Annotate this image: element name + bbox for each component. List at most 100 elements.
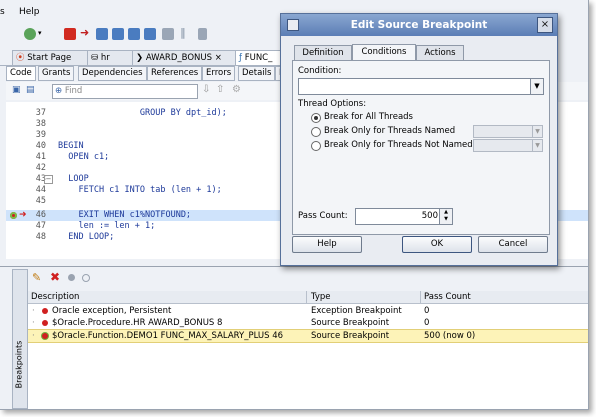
tab-label: Start Page <box>27 53 72 63</box>
column-header-type[interactable]: Type <box>311 292 331 302</box>
breakpoint-icon[interactable] <box>10 212 17 219</box>
enable-icon[interactable] <box>82 274 90 282</box>
line-number: 41 <box>35 152 46 162</box>
table-row-selected[interactable]: · $Oracle.Function.DEMO1 FUNC_MAX_SALARY… <box>28 329 588 343</box>
radio-threads-not-named[interactable] <box>311 141 321 151</box>
line-number: 39 <box>35 130 46 140</box>
step-over-icon[interactable] <box>96 28 108 40</box>
procedure-icon: ❯ <box>136 53 144 63</box>
subtab-code[interactable]: Code <box>6 66 36 81</box>
radio-all-threads-label[interactable]: Break for All Threads <box>324 112 413 122</box>
radio-threads-named[interactable] <box>311 127 321 137</box>
breakpoints-toolbar: ✎ ✖ <box>30 270 110 287</box>
chevron-down-icon[interactable]: ▼ <box>530 79 543 94</box>
radio-all-threads[interactable] <box>311 113 321 123</box>
toolbar: ▾ ➜ ‖ <box>0 24 290 46</box>
tree-branch-icon: · <box>32 306 35 316</box>
column-divider[interactable] <box>420 291 421 303</box>
line-number: 45 <box>35 196 46 206</box>
chevron-down-icon[interactable]: ▾ <box>38 29 44 41</box>
column-header-pass-count[interactable]: Pass Count <box>424 292 471 302</box>
tree-branch-icon: · <box>32 318 35 328</box>
subtab-references[interactable]: References <box>147 66 203 81</box>
row-description: Oracle exception, Persistent <box>52 306 172 316</box>
threads-not-named-combo: ▼ <box>473 139 543 152</box>
fold-toggle-icon[interactable]: − <box>44 175 53 184</box>
breakpoints-panel: Breakpoints ✎ ✖ Description Type Pass Co… <box>0 266 588 409</box>
condition-combo[interactable]: ▼ <box>298 78 544 95</box>
table-row[interactable]: · $Oracle.Procedure.HR AWARD_BONUS 8 Sou… <box>28 317 588 329</box>
subtab-errors[interactable]: Errors <box>202 66 236 81</box>
tree-branch-icon: · <box>32 331 35 341</box>
tab-definition[interactable]: Definition <box>294 45 352 60</box>
breakpoints-side-label: Breakpoints <box>14 340 24 389</box>
find-input[interactable]: ⊕ Find <box>52 84 198 99</box>
tab-label: AWARD_BONUS <box>145 53 212 63</box>
connection-icon: ⛁ <box>91 53 99 63</box>
subtab-grants[interactable]: Grants <box>38 66 75 81</box>
row-type: Source Breakpoint <box>311 318 390 328</box>
code-text: OPEN c1; <box>58 152 110 162</box>
row-pass-count: 0 <box>424 318 430 328</box>
close-icon[interactable]: × <box>215 53 222 63</box>
pass-count-value: 500 <box>421 211 438 221</box>
tab-award-bonus[interactable]: ❯ AWARD_BONUS × <box>132 50 236 65</box>
dialog-title-bar[interactable]: Edit Source Breakpoint × <box>281 14 557 36</box>
ok-button[interactable]: OK <box>402 236 472 253</box>
tab-conditions[interactable]: Conditions <box>352 44 416 61</box>
delete-x-icon[interactable]: ✖ <box>50 270 60 284</box>
find-prev-icon[interactable]: ⇧ <box>216 84 224 95</box>
trash-icon[interactable] <box>198 28 207 40</box>
search-icon: ⊕ <box>55 86 63 96</box>
step-into-icon[interactable] <box>112 28 124 40</box>
column-divider[interactable] <box>306 291 307 303</box>
stop-icon[interactable] <box>64 28 76 40</box>
table-row[interactable]: · Oracle exception, Persistent Exception… <box>28 305 588 317</box>
line-number: 44 <box>35 185 46 195</box>
breakpoints-table: Description Type Pass Count · Oracle exc… <box>28 291 588 409</box>
save-icon[interactable]: ▤ <box>26 85 35 95</box>
step-out-icon[interactable] <box>128 28 140 40</box>
pass-count-spinner[interactable]: 500 ▲ ▼ <box>355 208 453 225</box>
code-text: len := len + 1; <box>58 221 156 231</box>
subtab-dependencies[interactable]: Dependencies <box>78 66 147 81</box>
row-description: $Oracle.Procedure.HR AWARD_BONUS 8 <box>52 318 223 328</box>
spinner-arrows-icon[interactable]: ▲ ▼ <box>439 209 452 224</box>
close-button[interactable]: × <box>537 17 553 33</box>
line-number: 47 <box>35 221 46 231</box>
step-to-end-icon[interactable] <box>144 28 156 40</box>
radio-threads-not-named-label[interactable]: Break Only for Threads Not Named <box>324 140 473 150</box>
cancel-button[interactable]: Cancel <box>478 236 548 253</box>
edit-pencil-icon[interactable]: ✎ <box>32 271 41 284</box>
code-text: EXIT WHEN c1%NOTFOUND; <box>58 210 192 220</box>
breakpoint-icon <box>42 308 48 314</box>
run-icon[interactable] <box>24 28 36 40</box>
line-number: 37 <box>35 108 46 118</box>
disable-icon[interactable] <box>68 274 75 281</box>
radio-threads-named-label[interactable]: Break Only for Threads Named <box>324 126 455 136</box>
help-button[interactable]: Help <box>292 236 362 253</box>
tab-hr[interactable]: ⛁ hr <box>87 50 133 65</box>
tab-actions[interactable]: Actions <box>416 45 464 60</box>
column-header-description[interactable]: Description <box>31 292 79 302</box>
step-arrow-icon[interactable]: ➜ <box>80 26 92 39</box>
subtab-details[interactable]: Details <box>238 66 276 81</box>
code-text: GROUP BY dpt_id); <box>58 108 227 118</box>
line-number: 42 <box>35 163 46 173</box>
resume-icon[interactable] <box>162 28 174 40</box>
tab-start-page[interactable]: ⦿ Start Page <box>12 50 88 65</box>
breakpoints-side-tab[interactable]: Breakpoints <box>12 269 28 409</box>
find-next-icon[interactable]: ⇩ <box>202 84 210 95</box>
tab-label: hr <box>100 53 110 63</box>
pause-icon[interactable]: ‖ <box>180 26 192 39</box>
dialog-title: Edit Source Breakpoint <box>350 19 488 31</box>
breakpoint-icon <box>42 320 48 326</box>
gear-icon[interactable]: ⚙ <box>232 84 241 95</box>
thread-options-label: Thread Options: <box>298 99 367 109</box>
row-pass-count: 500 (now 0) <box>424 331 476 341</box>
code-text: FETCH c1 INTO tab (len + 1); <box>58 185 222 195</box>
copy-icon[interactable]: ▣ <box>12 85 21 95</box>
line-number: 48 <box>35 232 46 242</box>
menu-item-help[interactable]: Help <box>19 7 40 17</box>
menu-item-truncated[interactable]: s <box>0 7 5 17</box>
